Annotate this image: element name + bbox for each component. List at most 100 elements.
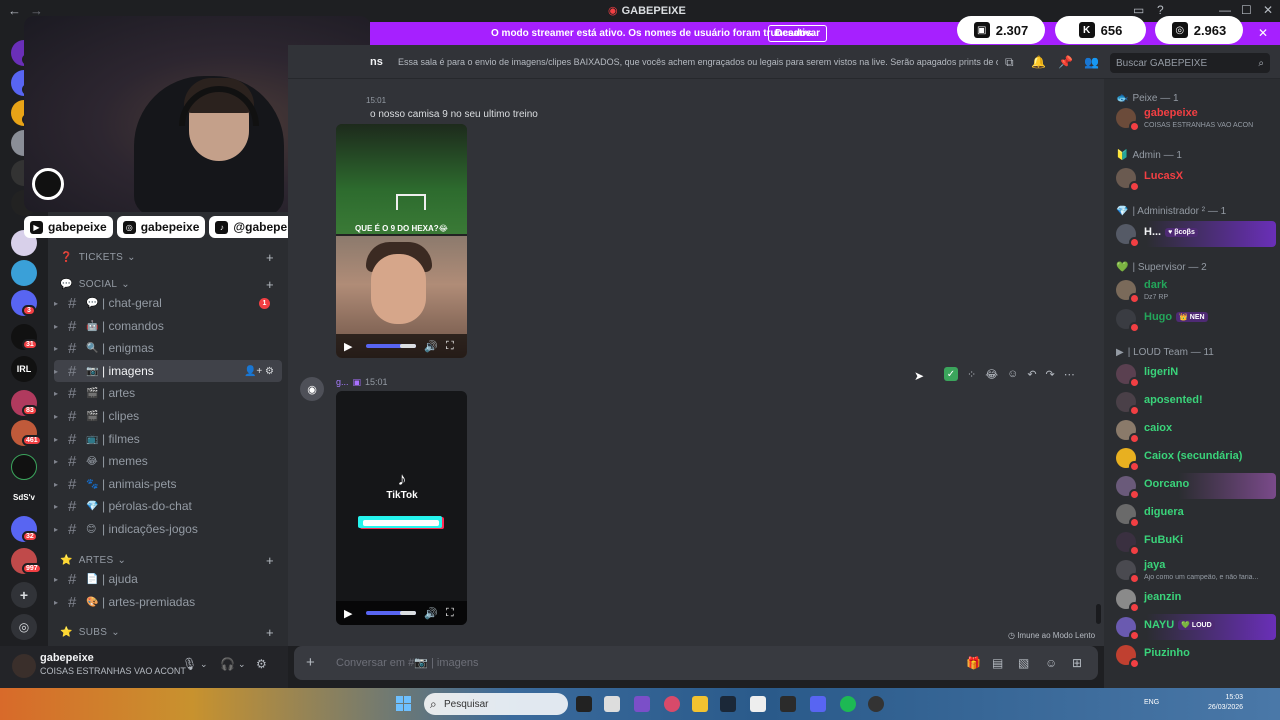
member-item[interactable]: caiox [1114, 417, 1276, 444]
member-item[interactable]: jeanzin [1114, 586, 1276, 613]
author-avatar[interactable]: ◉ [300, 377, 324, 401]
steam-icon[interactable] [720, 696, 736, 712]
discord-icon[interactable] [810, 696, 826, 712]
emoji-picker-icon[interactable]: ☺ [1045, 656, 1057, 670]
channel-item[interactable]: ▸ # 🐾 | animais-pets [54, 473, 282, 495]
bell-icon[interactable]: 🔔 [1031, 55, 1046, 69]
app-icon-4[interactable] [780, 696, 796, 712]
channel-item[interactable]: ▸ # 🔍 | enigmas [54, 337, 282, 359]
channel-item[interactable]: ▸ # 🤖 | comandos [54, 315, 282, 337]
gear-icon[interactable]: ⚙ [265, 366, 274, 377]
member-item[interactable]: aposented! [1114, 389, 1276, 416]
member-item[interactable]: Oorcano [1114, 473, 1276, 500]
add-channel-button[interactable]: + [266, 277, 274, 292]
inbox-icon[interactable]: ▭ [1133, 3, 1144, 17]
user-name[interactable]: gabepeixe [40, 652, 94, 664]
minimize-button[interactable]: — [1219, 3, 1231, 17]
play-icon[interactable]: ▶ [344, 340, 352, 353]
member-item[interactable]: LucasX [1114, 165, 1276, 192]
channel-topic[interactable]: Essa sala é para o envio de imagens/clip… [398, 57, 998, 67]
fullscreen-icon[interactable]: ⛶ [446, 340, 454, 353]
member-item[interactable]: Caiox (secundária) [1114, 445, 1276, 472]
headphones-toggle-icon[interactable]: 🎧 [220, 657, 235, 671]
more-icon[interactable]: ⋯ [1064, 368, 1075, 381]
server-icon-loud[interactable] [11, 454, 37, 480]
taskbar-search[interactable]: Pesquisar [424, 693, 568, 715]
pin-icon[interactable]: 📌 [1058, 55, 1073, 69]
message-input[interactable]: + Conversar em #📷 | imagens 🎁 ▤ ▧ ☺ ⊞ [294, 646, 1098, 680]
apps-icon[interactable]: ⊞ [1072, 656, 1082, 670]
play-icon[interactable]: ▶ [344, 607, 352, 620]
windows-start-icon[interactable] [396, 696, 411, 711]
channel-item[interactable]: ▸ # 🎬 | clipes [54, 405, 282, 427]
threads-icon[interactable]: ⧉ [1005, 55, 1014, 70]
scrollbar-thumb[interactable] [1096, 604, 1101, 624]
app-icon-3[interactable] [750, 696, 766, 712]
microphone-icon[interactable]: 🎙 [182, 657, 197, 671]
channel-item[interactable]: ▸ # 📺 | filmes [54, 428, 282, 450]
add-channel-button[interactable]: + [266, 625, 274, 640]
member-item[interactable]: dark Dz7 RP [1114, 277, 1276, 304]
maximize-button[interactable]: ☐ [1241, 3, 1252, 17]
audio-options-chevron-icon[interactable]: ⌄ [238, 659, 246, 670]
emoji-reaction-icon[interactable]: 😂 [985, 368, 998, 381]
member-item[interactable]: ligeriN [1114, 361, 1276, 388]
server-icon-sdsv[interactable]: SdS'v [11, 484, 37, 510]
help-icon[interactable]: ? [1157, 3, 1164, 17]
channel-item[interactable]: ▸ # 🎬 | artes [54, 382, 282, 404]
reply-icon[interactable]: ↶ [1027, 368, 1036, 381]
add-reaction-icon[interactable]: ☺ [1007, 368, 1018, 380]
system-clock[interactable]: 15:03 26/03/2026 [1208, 693, 1243, 713]
add-server-icon[interactable]: + [11, 582, 37, 608]
category-subs[interactable]: ⭐ SUBS ⌄ + [60, 624, 274, 640]
close-window-button[interactable]: ✕ [1263, 3, 1273, 17]
video-attachment-1[interactable]: QUE É O 9 DO HEXA?😂 ▶ 🔊 ⛶ [336, 124, 467, 358]
category-social[interactable]: 💬 SOCIAL ⌄ + [60, 276, 274, 292]
member-item[interactable]: diguera [1114, 501, 1276, 528]
app-icon-2[interactable] [634, 696, 650, 712]
channel-item[interactable]: ▸ # 😂 | memes [54, 450, 282, 472]
category-artes[interactable]: ⭐ ARTES ⌄ + [60, 552, 274, 568]
invite-icon[interactable]: 👤+ [244, 366, 262, 377]
member-item[interactable]: jaya Ajo como um campeão, e não faria... [1114, 557, 1276, 584]
app-icon-1[interactable] [604, 696, 620, 712]
fullscreen-icon[interactable]: ⛶ [446, 607, 454, 620]
video-attachment-2[interactable]: ♪ TikTok ▶ 🔊 ⛶ [336, 391, 467, 625]
channel-ajuda[interactable]: ▸ # 📄 | ajuda [54, 568, 282, 590]
upload-plus-icon[interactable]: + [306, 654, 315, 671]
volume-icon[interactable]: 🔊 [424, 340, 438, 353]
volume-icon[interactable]: 🔊 [424, 607, 438, 620]
gif-icon[interactable]: ▤ [992, 656, 1003, 670]
channel-item[interactable]: ▸ # 💎 | pérolas-do-chat [54, 495, 282, 517]
channel-item[interactable]: ▸ # 📷 | imagens 👤+ ⚙ [54, 360, 282, 382]
sparkle-reaction-icon[interactable]: ⁘ [967, 368, 976, 381]
volume-slider[interactable] [366, 344, 416, 348]
category-tickets[interactable]: ❓ TICKETS ⌄ + [60, 249, 274, 265]
member-item[interactable]: NAYU 💚 LOUD [1114, 614, 1276, 641]
close-banner-button[interactable]: ✕ [1258, 26, 1268, 40]
member-item[interactable]: gabepeixe COISAS ESTRANHAS VAO ACON [1114, 105, 1276, 132]
author-name[interactable]: g... [336, 377, 349, 387]
channel-item[interactable]: ▸ # 💬 | chat-geral 1 [54, 292, 282, 314]
channel-item[interactable]: ▸ # 😊 | indicações-jogos [54, 518, 282, 540]
obs-icon[interactable] [868, 696, 884, 712]
member-item[interactable]: FuBuKi [1114, 529, 1276, 556]
add-channel-button[interactable]: + [266, 250, 274, 265]
disable-streamer-mode-button[interactable]: Desativar [768, 25, 828, 42]
member-item[interactable]: Piuzinho [1114, 642, 1276, 669]
server-icon-irl[interactable]: IRL [11, 356, 37, 382]
forward-icon[interactable]: ↷ [1046, 368, 1055, 381]
user-avatar[interactable] [12, 654, 36, 678]
gift-icon[interactable]: 🎁 [966, 656, 981, 670]
add-channel-button[interactable]: + [266, 553, 274, 568]
channel-artes-premiadas[interactable]: ▸ # 🎨 | artes-premiadas [54, 591, 282, 613]
member-item[interactable]: Hugo 👑 NEN [1114, 306, 1276, 333]
sticker-icon[interactable]: ▧ [1018, 656, 1029, 670]
search-input[interactable]: Buscar GABEPEIXE ⌕ [1110, 53, 1270, 73]
member-item[interactable]: H... ♥ βcoβs [1114, 221, 1276, 248]
server-icon-8[interactable] [11, 260, 37, 286]
member-list-icon[interactable]: 👥 [1084, 55, 1099, 69]
opera-icon[interactable] [664, 696, 680, 712]
gear-icon[interactable]: ⚙ [256, 657, 267, 671]
folder-icon[interactable] [692, 696, 708, 712]
